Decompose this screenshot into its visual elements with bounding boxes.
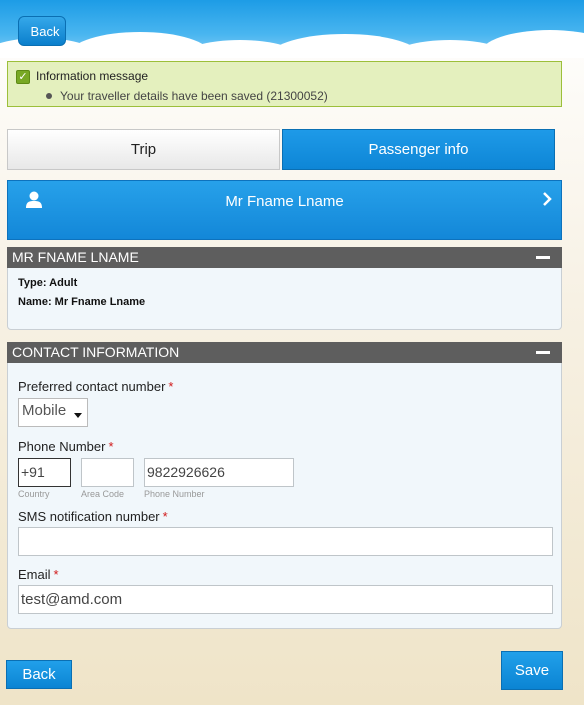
section-header[interactable]: CONTACT INFORMATION — [7, 342, 562, 363]
passenger-details-section: MR FNAME LNAME Type: Adult Name: Mr Fnam… — [7, 247, 562, 330]
sms-notification-label: SMS notification number * — [18, 509, 168, 524]
cloud-decoration — [480, 30, 584, 58]
sms-notification-input[interactable] — [18, 527, 553, 556]
phone-number-input[interactable]: 9822926626 — [144, 458, 294, 487]
section-title: MR FNAME LNAME — [12, 249, 139, 265]
collapse-icon[interactable] — [536, 351, 550, 354]
header-back-button[interactable]: Back — [18, 16, 66, 46]
country-caption: Country — [18, 489, 50, 499]
info-item: Your traveller details have been saved (… — [60, 89, 328, 103]
section-title: CONTACT INFORMATION — [12, 344, 180, 360]
email-field[interactable]: test@amd.com — [18, 585, 553, 614]
phone-number-caption: Phone Number — [144, 489, 205, 499]
contact-information-section: CONTACT INFORMATION Preferred contact nu… — [7, 342, 562, 629]
passenger-name-line: Name: Mr Fname Lname — [18, 296, 146, 308]
passenger-type: Type: Adult — [18, 277, 78, 289]
caret-down-icon — [74, 413, 82, 418]
collapse-icon[interactable] — [536, 256, 550, 259]
chevron-right-icon — [543, 192, 552, 206]
check-icon: ✓ — [16, 70, 30, 84]
area-code-caption: Area Code — [81, 489, 125, 499]
area-code-input[interactable] — [81, 458, 134, 487]
tab-trip[interactable]: Trip — [7, 129, 280, 170]
section-header[interactable]: MR FNAME LNAME — [7, 247, 562, 268]
preferred-contact-select[interactable]: Mobile — [18, 398, 88, 427]
phone-number-label: Phone Number * — [18, 439, 114, 454]
tab-passenger-info[interactable]: Passenger info — [282, 129, 555, 170]
country-code-input[interactable]: +91 — [18, 458, 71, 487]
bullet-icon — [46, 93, 52, 99]
preferred-contact-label: Preferred contact number * — [18, 379, 174, 394]
save-button[interactable]: Save — [501, 651, 563, 690]
info-title: Information message — [36, 69, 149, 83]
information-message: ✓ Information message Your traveller det… — [7, 61, 562, 107]
back-button[interactable]: Back — [6, 660, 72, 689]
passenger-name: Mr Fname Lname — [225, 193, 344, 210]
header-bar: Back — [0, 0, 584, 58]
passenger-selector[interactable]: Mr Fname Lname — [7, 180, 562, 240]
email-label: Email * — [18, 567, 59, 582]
